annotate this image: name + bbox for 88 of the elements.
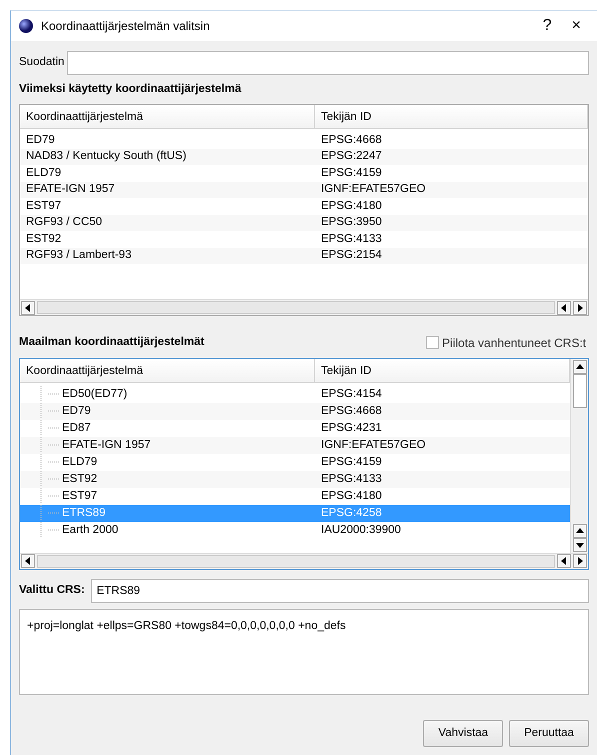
table-cell-text: EPSG:3950 — [320, 215, 383, 230]
confirm-button[interactable]: Vahvistaa — [423, 720, 504, 747]
table-cell-text: ED87 — [62, 420, 91, 436]
tree-line-icon — [40, 437, 62, 454]
scroll-thumb[interactable] — [572, 374, 586, 408]
scroll-left-button[interactable] — [21, 300, 35, 315]
checkbox-label: Piilota vanhentuneet CRS:t — [442, 334, 586, 352]
table-cell-text: EPSG:4258 — [320, 506, 383, 520]
table-cell-text: EPSG:2154 — [320, 248, 383, 264]
table-cell-text: ELD79 — [25, 166, 62, 181]
scroll-up-button[interactable] — [572, 360, 586, 374]
down-arrow-icon — [576, 542, 584, 548]
tree-row[interactable]: Earth 2000 IAU2000:39900 — [20, 522, 570, 539]
table-cell-text: ETRS89 — [62, 506, 106, 520]
tree-line-icon — [40, 471, 62, 488]
tree-line-icon — [40, 454, 62, 470]
table-cell-text: EST97 — [25, 198, 62, 214]
tree-row[interactable]: EFATE-IGN 1957 IGNF:EFATE57GEO — [20, 436, 570, 454]
table-cell-text: RGF93 / CC50 — [25, 215, 104, 230]
scroll-down-button[interactable] — [572, 538, 586, 552]
table-cell-text: EPSG:4668 — [320, 404, 383, 418]
left-arrow-icon — [561, 304, 567, 312]
table-cell-text: EPSG:4133 — [320, 232, 383, 247]
selected-crs-field[interactable]: ETRS89 — [90, 578, 589, 603]
table-cell-text: IGNF:EFATE57GEO — [320, 438, 427, 452]
table-cell-text: EST92 — [25, 232, 62, 247]
scroll-right-button[interactable] — [573, 300, 587, 315]
up-arrow-icon — [576, 528, 584, 534]
table-cell-text: Earth 2000 — [62, 522, 118, 538]
cancel-button[interactable]: Peruuttaa — [509, 720, 589, 747]
table-cell-text: EPSG:4180 — [320, 488, 383, 504]
table-cell-text: ED79 — [25, 132, 56, 148]
scroll-right-button[interactable] — [573, 554, 587, 568]
table-cell-text: IAU2000:39900 — [320, 522, 402, 538]
window-title: Koordinaattijärjestelmän valitsin — [41, 18, 211, 35]
table-cell-text: EFATE-IGN 1957 — [62, 438, 151, 452]
table-cell-text: EPSG:4180 — [320, 198, 383, 214]
filter-label: Suodatin — [19, 55, 64, 70]
scroll-left-button[interactable] — [21, 554, 35, 568]
globe-icon — [19, 19, 33, 33]
table-cell-text: EPSG:2247 — [320, 149, 383, 164]
table-cell-text: EPSG:4231 — [320, 420, 383, 436]
table-cell-text: EST92 — [62, 472, 98, 486]
table-cell-text: EPSG:4154 — [320, 386, 383, 402]
tree-line-icon — [40, 420, 62, 436]
table-cell-text: EPSG:4159 — [320, 166, 383, 181]
table-cell-text: EFATE-IGN 1957 — [25, 182, 116, 198]
tree-line-icon — [40, 488, 62, 504]
up-arrow-icon — [576, 364, 584, 370]
scroll-left-button[interactable] — [557, 554, 571, 568]
right-arrow-icon — [577, 557, 583, 566]
tree-row[interactable]: EST92 EPSG:4133 — [20, 470, 570, 488]
table-cell-text: ELD79 — [62, 454, 98, 470]
section-heading: Viimeksi käytetty koordinaattijärjestelmä — [19, 82, 242, 97]
column-header[interactable]: Koordinaattijärjestelmä — [20, 358, 315, 382]
close-button[interactable]: × — [566, 18, 587, 34]
table-cell-text: EPSG:4133 — [320, 472, 383, 486]
section-heading: Maailman koordinaattijärjestelmät — [19, 335, 206, 350]
right-arrow-icon — [577, 304, 583, 312]
help-button[interactable]: ? — [536, 18, 558, 34]
column-header[interactable]: Tekijän ID — [315, 105, 588, 128]
tree-row[interactable]: ELD79 EPSG:4159 — [20, 454, 570, 471]
column-header[interactable]: Koordinaattijärjestelmä — [20, 105, 315, 128]
tree-row[interactable]: ED87 EPSG:4231 — [20, 420, 570, 437]
table-cell-text: ED50(ED77) — [62, 386, 128, 402]
table-cell-text: EPSG:4668 — [320, 132, 383, 148]
tree-row[interactable]: EST97 EPSG:4180 — [20, 488, 570, 505]
proj-definition-text: +proj=longlat +ellps=GRS80 +towgs84=0,0,0,0,0,0,0 +no_defs — [19, 608, 589, 695]
scroll-left-button[interactable] — [557, 300, 571, 315]
table-cell-text: NAD83 / Kentucky South (ftUS) — [25, 149, 188, 164]
table-cell-text: RGF93 / Lambert-93 — [25, 248, 132, 264]
left-arrow-icon — [561, 557, 567, 566]
tree-row[interactable]: ED50(ED77) EPSG:4154 — [20, 386, 570, 403]
tree-line-icon — [40, 522, 62, 538]
table-cell-text: EPSG:4159 — [320, 454, 383, 470]
left-arrow-icon — [25, 557, 31, 566]
tree-line-icon — [40, 386, 62, 402]
table-cell-text: IGNF:EFATE57GEO — [320, 182, 427, 198]
left-arrow-icon — [25, 304, 31, 312]
tree-row[interactable]: ED79 EPSG:4668 — [20, 402, 570, 420]
scroll-up-button[interactable] — [572, 524, 586, 538]
tree-line-icon — [40, 505, 62, 522]
filter-field[interactable] — [67, 51, 589, 75]
tree-line-icon — [40, 403, 62, 420]
table-cell-text: EST97 — [62, 488, 98, 504]
selected-crs-label: Valittu CRS: — [19, 583, 85, 598]
checkbox[interactable] — [426, 336, 440, 350]
table-cell-text: ED79 — [62, 404, 91, 418]
